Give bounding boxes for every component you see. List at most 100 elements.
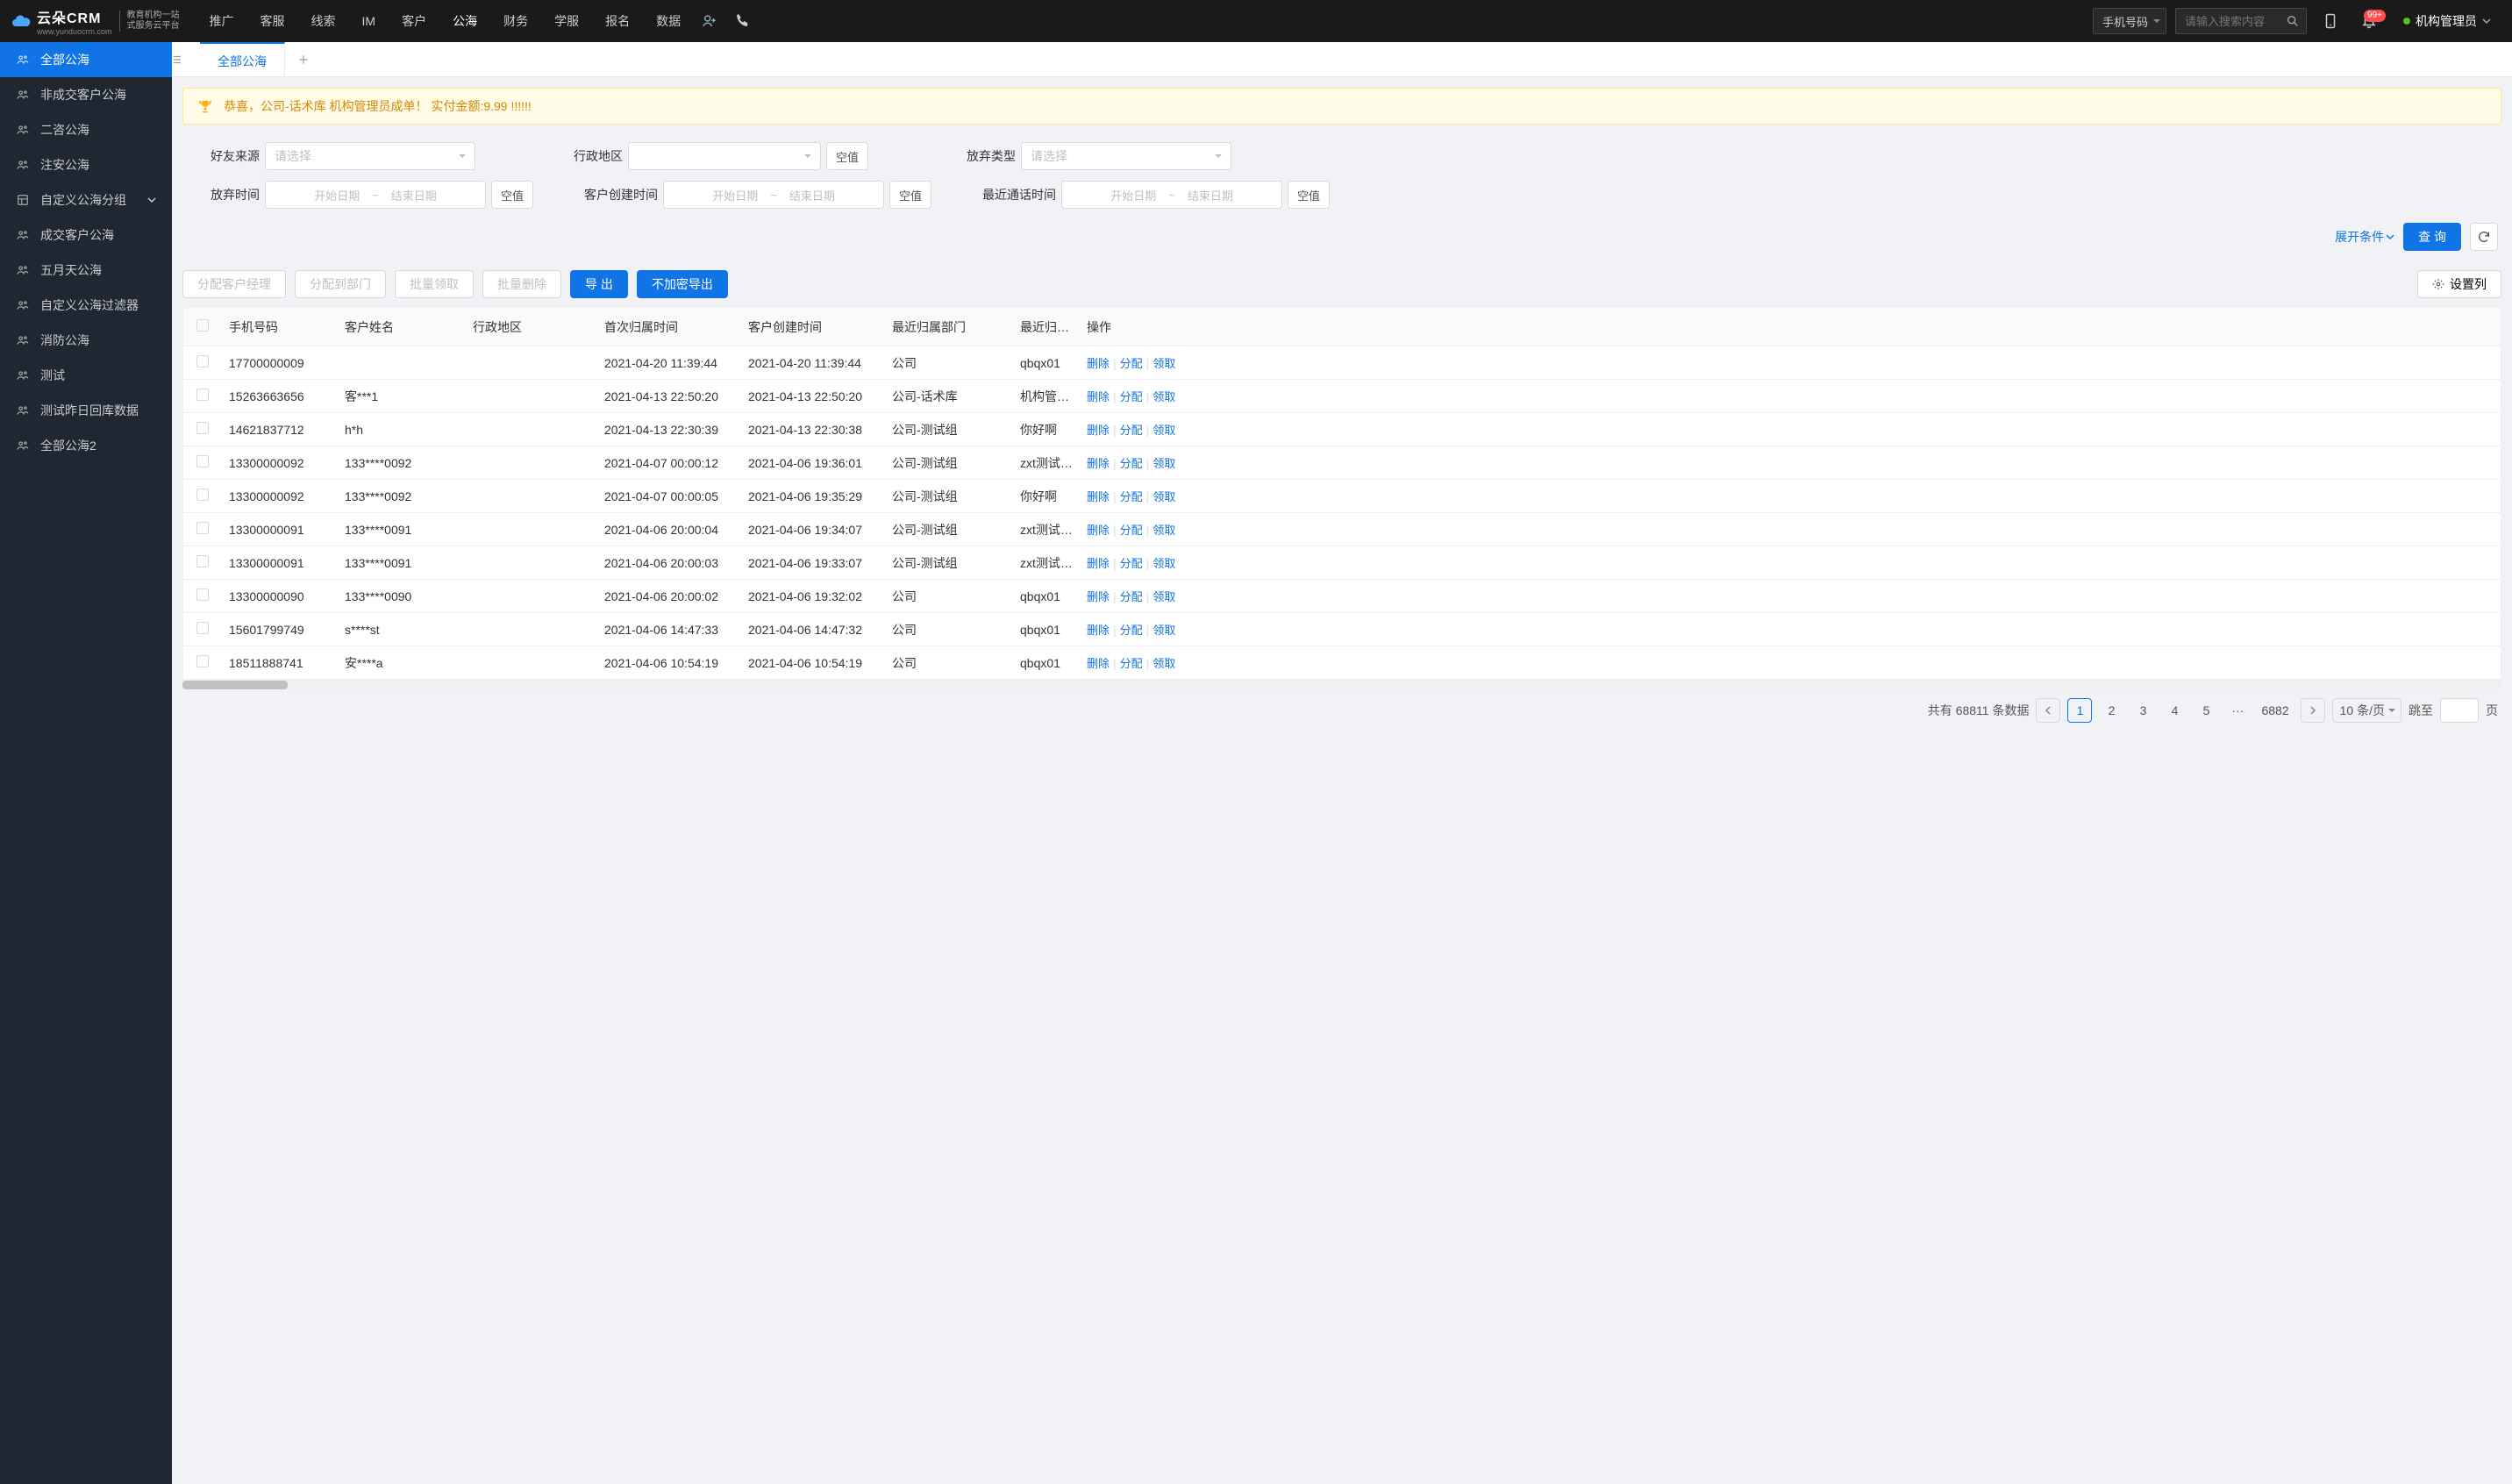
row-checkbox[interactable] <box>196 355 209 367</box>
delete-link[interactable]: 删除 <box>1087 557 1110 570</box>
region-empty-button[interactable]: 空值 <box>826 142 868 170</box>
assign-dept-button[interactable]: 分配到部门 <box>295 270 386 298</box>
delete-link[interactable]: 删除 <box>1087 357 1110 370</box>
query-button[interactable]: 查 询 <box>2403 223 2461 251</box>
select-all-checkbox[interactable] <box>196 319 209 332</box>
batch-claim-button[interactable]: 批量领取 <box>395 270 474 298</box>
delete-link[interactable]: 删除 <box>1087 490 1110 503</box>
nav-item-客户[interactable]: 客户 <box>389 0 439 42</box>
claim-link[interactable]: 领取 <box>1153 524 1175 537</box>
page-4-button[interactable]: 4 <box>2162 698 2187 723</box>
logo[interactable]: 云朵CRM www.yunduocrm.com 教育机构一站 式服务云平台 <box>11 6 180 36</box>
claim-link[interactable]: 领取 <box>1153 357 1175 370</box>
assign-link[interactable]: 分配 <box>1120 457 1143 470</box>
nav-item-客服[interactable]: 客服 <box>248 0 297 42</box>
export-button[interactable]: 导 出 <box>570 270 628 298</box>
delete-link[interactable]: 删除 <box>1087 424 1110 437</box>
claim-link[interactable]: 领取 <box>1153 390 1175 403</box>
delete-link[interactable]: 删除 <box>1087 590 1110 603</box>
friend-source-select[interactable]: 请选择 <box>265 142 475 170</box>
claim-link[interactable]: 领取 <box>1153 624 1175 637</box>
nav-item-报名[interactable]: 报名 <box>593 0 642 42</box>
tab-list-icon[interactable] <box>172 54 200 66</box>
col-phone[interactable]: 手机号码 <box>222 318 338 336</box>
page-1-button[interactable]: 1 <box>2067 698 2092 723</box>
claim-link[interactable]: 领取 <box>1153 590 1175 603</box>
phone-icon[interactable] <box>726 0 760 42</box>
page-ellipsis[interactable]: ··· <box>2225 698 2250 723</box>
row-checkbox[interactable] <box>196 455 209 467</box>
row-checkbox[interactable] <box>196 389 209 401</box>
settings-columns-button[interactable]: 设置列 <box>2417 270 2501 298</box>
assign-manager-button[interactable]: 分配客户经理 <box>182 270 286 298</box>
assign-link[interactable]: 分配 <box>1120 657 1143 670</box>
assign-link[interactable]: 分配 <box>1120 524 1143 537</box>
page-5-button[interactable]: 5 <box>2194 698 2218 723</box>
delete-link[interactable]: 删除 <box>1087 624 1110 637</box>
sidebar-item-4[interactable]: 自定义公海分组 <box>0 182 172 218</box>
tab-all-public[interactable]: 全部公海 <box>200 42 285 77</box>
sidebar-item-5[interactable]: 成交客户公海 <box>0 218 172 253</box>
row-checkbox[interactable] <box>196 655 209 667</box>
sidebar-item-2[interactable]: 二咨公海 <box>0 112 172 147</box>
scrollbar-thumb[interactable] <box>182 681 288 689</box>
sidebar-item-8[interactable]: 消防公海 <box>0 323 172 358</box>
bell-icon[interactable]: 99+ <box>2354 13 2384 29</box>
region-select[interactable] <box>628 142 821 170</box>
row-checkbox[interactable] <box>196 555 209 567</box>
delete-link[interactable]: 删除 <box>1087 390 1110 403</box>
assign-link[interactable]: 分配 <box>1120 557 1143 570</box>
assign-link[interactable]: 分配 <box>1120 624 1143 637</box>
last-call-time-range[interactable]: 开始日期~结束日期 <box>1061 181 1282 209</box>
sidebar-item-11[interactable]: 全部公海2 <box>0 428 172 463</box>
sidebar-item-1[interactable]: 非成交客户公海 <box>0 77 172 112</box>
sidebar-item-7[interactable]: 自定义公海过滤器 <box>0 288 172 323</box>
horizontal-scrollbar[interactable] <box>182 681 2501 689</box>
user-plus-icon[interactable] <box>693 0 726 42</box>
assign-link[interactable]: 分配 <box>1120 424 1143 437</box>
nav-item-推广[interactable]: 推广 <box>197 0 246 42</box>
export-plain-button[interactable]: 不加密导出 <box>637 270 728 298</box>
abandon-time-range[interactable]: 开始日期~结束日期 <box>265 181 486 209</box>
sidebar-item-6[interactable]: 五月天公海 <box>0 253 172 288</box>
jump-page-input[interactable] <box>2440 698 2479 723</box>
row-checkbox[interactable] <box>196 522 209 534</box>
sidebar-item-10[interactable]: 测试昨日回库数据 <box>0 393 172 428</box>
col-create-time[interactable]: 客户创建时间 <box>741 318 885 336</box>
assign-link[interactable]: 分配 <box>1120 590 1143 603</box>
row-checkbox[interactable] <box>196 589 209 601</box>
col-name[interactable]: 客户姓名 <box>338 318 466 336</box>
col-person[interactable]: 最近归属人 <box>1013 318 1080 336</box>
claim-link[interactable]: 领取 <box>1153 557 1175 570</box>
page-last-button[interactable]: 6882 <box>2257 698 2293 723</box>
page-size-select[interactable]: 10 条/页 <box>2332 698 2401 723</box>
row-checkbox[interactable] <box>196 489 209 501</box>
create-time-empty-button[interactable]: 空值 <box>889 181 931 209</box>
row-checkbox[interactable] <box>196 622 209 634</box>
assign-link[interactable]: 分配 <box>1120 357 1143 370</box>
delete-link[interactable]: 删除 <box>1087 657 1110 670</box>
col-region[interactable]: 行政地区 <box>466 318 597 336</box>
abandon-type-select[interactable]: 请选择 <box>1021 142 1231 170</box>
sidebar-item-0[interactable]: 全部公海 <box>0 42 172 77</box>
last-call-empty-button[interactable]: 空值 <box>1288 181 1330 209</box>
batch-delete-button[interactable]: 批量删除 <box>482 270 561 298</box>
next-page-button[interactable] <box>2301 698 2325 723</box>
row-checkbox[interactable] <box>196 422 209 434</box>
sidebar-item-9[interactable]: 测试 <box>0 358 172 393</box>
delete-link[interactable]: 删除 <box>1087 457 1110 470</box>
search-icon[interactable] <box>2286 14 2300 28</box>
page-3-button[interactable]: 3 <box>2130 698 2155 723</box>
assign-link[interactable]: 分配 <box>1120 390 1143 403</box>
expand-filters-link[interactable]: 展开条件 <box>2335 228 2394 246</box>
col-dept[interactable]: 最近归属部门 <box>885 318 1013 336</box>
claim-link[interactable]: 领取 <box>1153 657 1175 670</box>
nav-item-线索[interactable]: 线索 <box>299 0 348 42</box>
nav-item-公海[interactable]: 公海 <box>440 0 489 42</box>
claim-link[interactable]: 领取 <box>1153 457 1175 470</box>
nav-item-IM[interactable]: IM <box>350 0 389 42</box>
claim-link[interactable]: 领取 <box>1153 424 1175 437</box>
page-2-button[interactable]: 2 <box>2099 698 2123 723</box>
prev-page-button[interactable] <box>2036 698 2060 723</box>
col-first-time[interactable]: 首次归属时间 <box>597 318 741 336</box>
